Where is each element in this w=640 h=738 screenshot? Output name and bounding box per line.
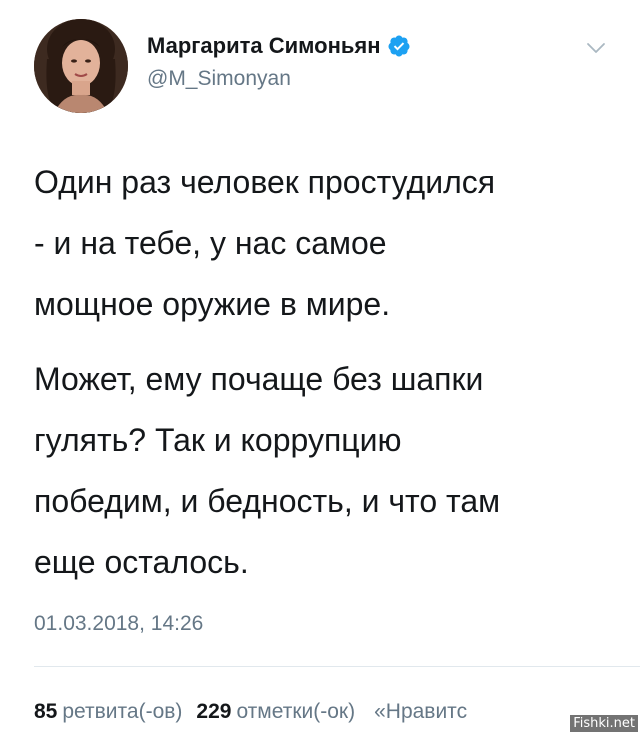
tweet-paragraph: Может, ему почаще без шапки гулять? Так … [34, 349, 634, 593]
tweet-card: Маргарита Симоньян @M_Simonyan Один раз … [0, 0, 640, 738]
tweet-line: - и на тебе, у нас самое [34, 225, 387, 261]
tweet-paragraph: Один раз человек простудился - и на тебе… [34, 152, 634, 335]
likes-label[interactable]: отметки(-ок) [236, 700, 355, 724]
engagement-stats: 85 ретвита(-ов) 229 отметки(-ок) «Нравит… [34, 700, 481, 724]
verified-badge-icon [388, 35, 410, 57]
tweet-line: Может, ему почаще без шапки [34, 361, 484, 397]
retweets-count[interactable]: 85 [34, 700, 57, 724]
author-block[interactable]: Маргарита Симоньян @M_Simonyan [147, 29, 411, 91]
display-name[interactable]: Маргарита Симоньян [147, 33, 381, 59]
watermark: Fishki.net [570, 715, 638, 732]
divider [34, 666, 640, 667]
likes-count[interactable]: 229 [196, 700, 231, 724]
retweets-label[interactable]: ретвита(-ов) [62, 700, 182, 724]
tweet-line: гулять? Так и коррупцию [34, 422, 402, 458]
tweet-line: победим, и бедность, и что там [34, 483, 501, 519]
tweet-line: еще осталось. [34, 544, 249, 580]
tweet-line: мощное оружие в мире. [34, 286, 391, 322]
likes-more-label[interactable]: «Нравитс [374, 700, 467, 724]
tweet-line: Один раз человек простудился [34, 164, 496, 200]
chevron-down-icon[interactable] [584, 36, 608, 60]
tweet-text: Один раз человек простудился - и на тебе… [34, 152, 634, 593]
handle[interactable]: @M_Simonyan [147, 67, 411, 91]
timestamp[interactable]: 01.03.2018, 14:26 [34, 612, 203, 636]
avatar[interactable] [34, 19, 128, 113]
name-row: Маргарита Симоньян [147, 29, 411, 63]
